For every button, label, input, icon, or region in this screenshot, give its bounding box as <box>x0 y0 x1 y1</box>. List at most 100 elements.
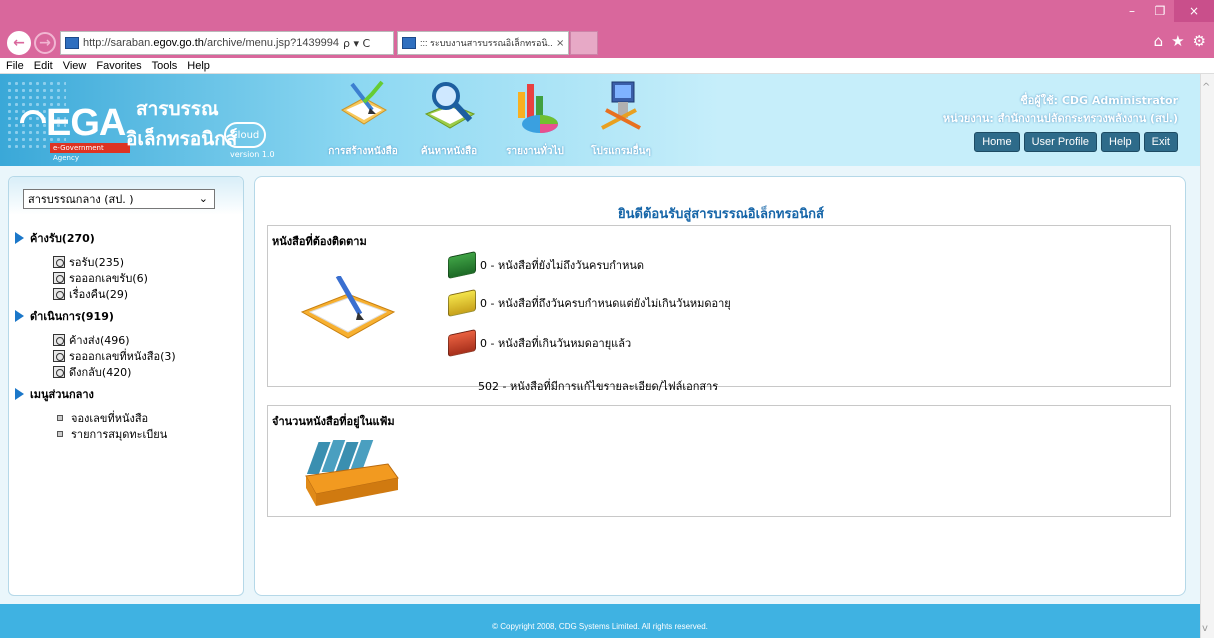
site-favicon-icon <box>65 37 79 49</box>
red-book-icon <box>448 329 476 357</box>
sidebar-item-label: รายการสมุดทะเบียน <box>71 428 168 441</box>
triangle-right-icon <box>15 232 24 244</box>
bullet-square-icon <box>57 415 63 421</box>
left-sidebar: สารบรรณกลาง (สป. ) ⌄ ค้างรับ(270) รอรับ(… <box>8 176 244 596</box>
sidebar-item-recalled[interactable]: ดึงกลับ(420) <box>53 363 131 381</box>
menu-edit[interactable]: Edit <box>34 60 53 72</box>
general-report-menu[interactable]: รายงานทั่วไป <box>490 80 580 164</box>
other-programs-label: โปรแกรมอื่นๆ <box>591 146 651 157</box>
document-icon <box>53 256 65 268</box>
tracked-documents-box: หนังสือที่ต้องติดตาม 0 - หนังสือที่ยังไม… <box>267 225 1171 393</box>
scroll-up-icon[interactable]: ^ <box>1202 82 1210 93</box>
minimize-button[interactable]: – <box>1118 0 1146 22</box>
logo-ega-text: EGA <box>46 102 126 144</box>
status-row-text: 0 - หนังสือที่ยังไม่ถึงวันครบกำหนด <box>480 259 645 272</box>
restore-button[interactable]: ❐ <box>1146 0 1174 22</box>
sidebar-section-processing[interactable]: ดำเนินการ(919) <box>15 307 114 325</box>
vertical-scrollbar[interactable]: ^ v <box>1200 74 1214 638</box>
sidebar-section-central-menu[interactable]: เมนูส่วนกลาง <box>15 385 94 403</box>
cloud-label: Cloud <box>230 129 260 141</box>
menu-help[interactable]: Help <box>187 60 210 72</box>
sidebar-item-register-list[interactable]: รายการสมุดทะเบียน <box>57 425 167 443</box>
cloud-icon: Cloud <box>224 122 266 148</box>
computer-tools-icon <box>601 81 641 130</box>
create-document-menu[interactable]: การสร้างหนังสือ <box>318 80 408 164</box>
address-bar[interactable]: http://saraban.egov.go.th/archive/menu.j… <box>60 31 394 55</box>
app-header: EGA e-Government Agency สารบรรณ อิเล็กทร… <box>0 74 1200 166</box>
yellow-book-icon <box>448 289 476 317</box>
home-button[interactable]: Home <box>974 132 1020 152</box>
menu-view[interactable]: View <box>63 60 87 72</box>
sidebar-item-label: ดึงกลับ(420) <box>69 366 132 379</box>
close-window-button[interactable]: × <box>1174 0 1214 22</box>
exit-button[interactable]: Exit <box>1143 132 1178 152</box>
document-icon <box>53 334 65 346</box>
user-profile-button[interactable]: User Profile <box>1023 132 1098 152</box>
logo-thai-line2: อิเล็กทรอนิกส์ <box>126 128 238 150</box>
tab-title: ::: ระบบงานสารบรรณอิเล็กทรอนิ... <box>420 38 552 48</box>
document-icon <box>53 350 65 362</box>
search-document-menu[interactable]: ค้นหาหนังสือ <box>404 80 494 164</box>
sidebar-header: สารบรรณกลาง (สป. ) ⌄ <box>9 177 243 215</box>
menu-tools[interactable]: Tools <box>152 60 178 72</box>
report-chart-icon <box>518 84 558 133</box>
status-row-expired[interactable]: 0 - หนังสือที่เกินวันหมดอายุแล้ว <box>448 329 632 357</box>
status-row-text: 0 - หนังสือที่เกินวันหมดอายุแล้ว <box>480 337 632 350</box>
folder-writing-icon <box>300 276 396 339</box>
bullet-square-icon <box>57 431 63 437</box>
url-text[interactable]: http://saraban.egov.go.th/archive/menu.j… <box>83 37 339 49</box>
sidebar-section-pending-receive[interactable]: ค้างรับ(270) <box>15 229 95 247</box>
browser-menubar: File Edit View Favorites Tools Help <box>0 58 1214 74</box>
browser-titlebar: – ❐ × ← → http://saraban.egov.go.th/arch… <box>0 0 1214 58</box>
section-title: เมนูส่วนกลาง <box>30 388 94 401</box>
menu-file[interactable]: File <box>6 60 24 72</box>
copyright-text: © Copyright 2008, CDG Systems Limited. A… <box>492 622 708 631</box>
welcome-title: ยินดีต้อนรับสู่สารบรรณอิเล็กทรอนิกส์ <box>618 207 824 222</box>
triangle-right-icon <box>15 310 24 322</box>
sidebar-item-label: เรื่องคืน(29) <box>69 288 129 301</box>
status-row-due-not-expired[interactable]: 0 - หนังสือที่ถึงวันครบกำหนดแต่ยังไม่เกิ… <box>448 289 731 317</box>
documents-in-folder-title: จำนวนหนังสือที่อยู่ในแฟ้ม <box>272 415 395 428</box>
browser-tab[interactable]: ::: ระบบงานสารบรรณอิเล็กทรอนิ... × <box>397 31 569 55</box>
back-button[interactable]: ← <box>7 31 31 55</box>
status-row-not-due[interactable]: 0 - หนังสือที่ยังไม่ถึงวันครบกำหนด <box>448 251 645 279</box>
scroll-down-icon[interactable]: v <box>1202 623 1208 634</box>
green-book-icon <box>448 251 476 279</box>
browser-toolbar-icons: ⌂ ★ ⚙ <box>1154 32 1206 50</box>
status-row-text: 0 - หนังสือที่ถึงวันครบกำหนดแต่ยังไม่เกิ… <box>480 297 731 310</box>
magnifier-search-icon <box>424 82 476 129</box>
create-document-icon <box>341 80 387 125</box>
general-report-label: รายงานทั่วไป <box>506 146 564 157</box>
document-icon <box>53 288 65 300</box>
url-domain: egov.go.th <box>153 37 204 49</box>
settings-gear-icon[interactable]: ⚙ <box>1193 32 1206 50</box>
url-suffix: /archive/menu.jsp?14399949 <box>203 37 339 49</box>
sidebar-item-returned[interactable]: เรื่องคืน(29) <box>53 285 128 303</box>
tracked-documents-title: หนังสือที่ต้องติดตาม <box>272 235 367 248</box>
chevron-down-icon: ⌄ <box>198 192 208 205</box>
logo-thai-line1: สารบรรณ <box>136 98 219 120</box>
user-info: ชื่อผู้ใช้: CDG Administrator หน่วยงาน: … <box>943 92 1178 128</box>
home-icon[interactable]: ⌂ <box>1154 32 1164 50</box>
back-arrow-icon: ← <box>13 35 25 51</box>
page-content: EGA e-Government Agency สารบรรณ อิเล็กทร… <box>0 74 1200 638</box>
status-row-edited[interactable]: 502 - หนังสือที่มีการแก้ไขรายละเอียด/ไฟล… <box>478 377 718 395</box>
main-panel: ยินดีต้อนรับสู่สารบรรณอิเล็กทรอนิกส์ หนั… <box>254 176 1186 596</box>
tab-favicon-icon <box>402 37 416 49</box>
file-drawer-icon <box>305 440 399 506</box>
favorites-star-icon[interactable]: ★ <box>1171 32 1184 50</box>
menu-favorites[interactable]: Favorites <box>96 60 141 72</box>
user-unit: หน่วยงาน: สำนักงานปลัดกระทรวงพลังงาน (สป… <box>942 112 1178 125</box>
documents-in-folder-box: จำนวนหนังสือที่อยู่ในแฟ้ม <box>267 405 1171 517</box>
triangle-right-icon <box>15 388 24 400</box>
department-select-value: สารบรรณกลาง (สป. ) <box>28 193 134 206</box>
forward-button[interactable]: → <box>34 32 56 54</box>
header-buttons: Home User Profile Help Exit <box>974 132 1178 152</box>
other-programs-menu[interactable]: โปรแกรมอื่นๆ <box>576 80 666 164</box>
tab-close-icon[interactable]: × <box>556 38 564 49</box>
department-select[interactable]: สารบรรณกลาง (สป. ) ⌄ <box>23 189 215 209</box>
search-refresh-icons[interactable]: ρ ▾ C <box>343 37 370 50</box>
window-controls: – ❐ × <box>1118 0 1214 26</box>
help-button[interactable]: Help <box>1101 132 1140 152</box>
new-tab-button[interactable] <box>570 31 598 55</box>
